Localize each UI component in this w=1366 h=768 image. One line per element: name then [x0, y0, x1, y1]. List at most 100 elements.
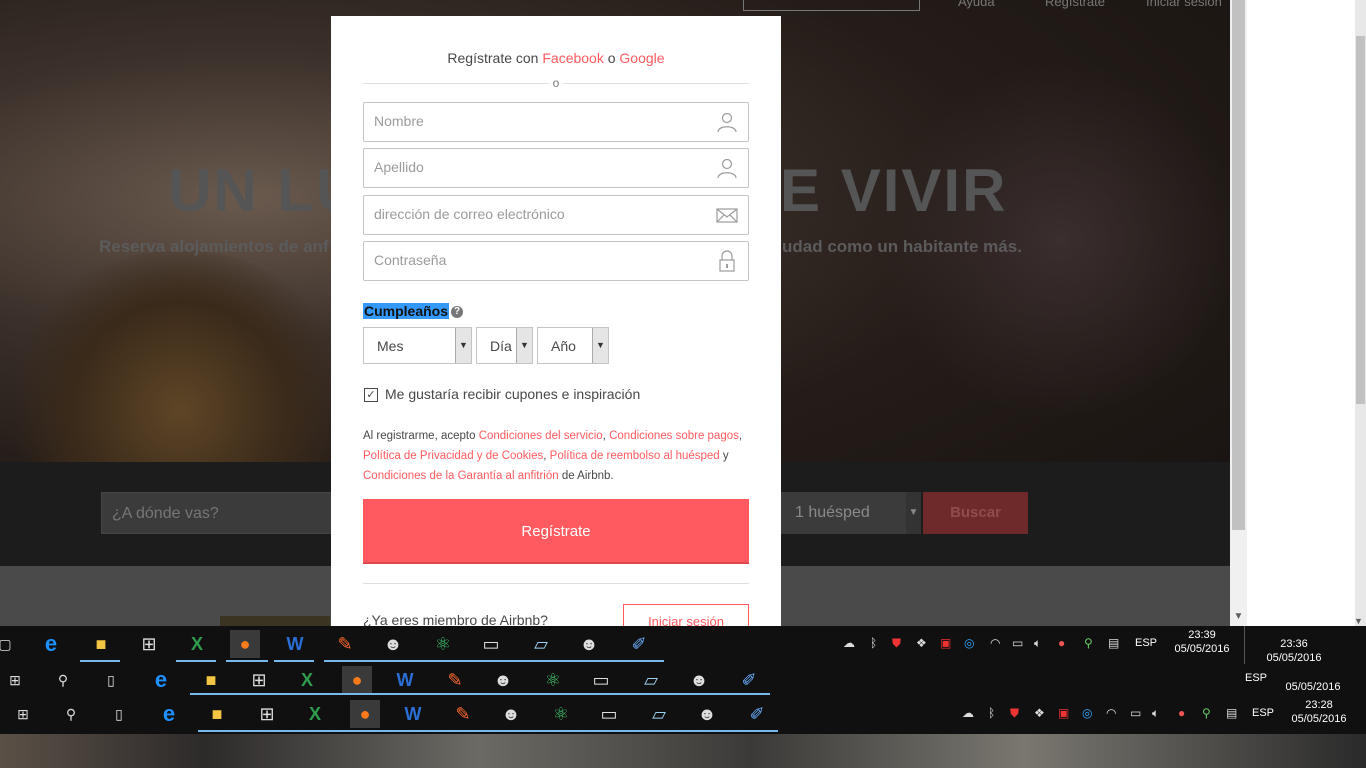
login-button[interactable]: Iniciar sesión	[623, 604, 749, 626]
notifications-icon[interactable]: ▤	[1226, 706, 1237, 720]
battery-icon[interactable]: ▭	[1130, 706, 1141, 720]
guests-select[interactable]: 1 huésped	[781, 492, 921, 534]
atom-icon[interactable]: ⚛	[546, 700, 576, 728]
terminal-icon[interactable]: ▭	[586, 666, 616, 694]
windows-icon[interactable]: ⊞	[8, 700, 38, 728]
adobe-icon[interactable]: ▣	[1058, 706, 1069, 720]
month-select[interactable]: Mes ▼	[363, 327, 472, 364]
notepad-icon[interactable]: ▱	[636, 666, 666, 694]
word-icon[interactable]: W	[280, 630, 310, 658]
clock[interactable]: 05/05/2016	[1278, 680, 1348, 694]
nav-link-help[interactable]: Ayuda	[958, 0, 995, 9]
excel-icon[interactable]: X	[182, 630, 212, 658]
bluetooth-icon[interactable]: ᛒ	[870, 636, 877, 650]
first-name-input[interactable]	[364, 103, 714, 139]
language-indicator[interactable]: ESP	[1135, 637, 1157, 649]
volume-icon[interactable]: 🔈︎	[1034, 636, 1041, 651]
store-icon[interactable]: ⊞	[244, 666, 274, 694]
gimp-icon[interactable]: ☻	[574, 630, 604, 658]
clock[interactable]: 23:39 05/05/2016	[1170, 628, 1234, 656]
outer-scrollbar-thumb[interactable]	[1356, 36, 1365, 404]
edge-icon[interactable]: e	[146, 666, 176, 694]
clock[interactable]: 23:28 05/05/2016	[1286, 698, 1352, 726]
year-select[interactable]: Año ▼	[537, 327, 609, 364]
firefox-icon[interactable]: ●	[230, 630, 260, 658]
atom-icon[interactable]: ⚛	[428, 630, 458, 658]
app-icon[interactable]: ✎	[330, 630, 360, 658]
payment-terms-link[interactable]: Condiciones sobre pagos	[609, 430, 739, 442]
wifi-icon[interactable]: ⚲	[1084, 636, 1093, 650]
store-icon[interactable]: ⊞	[134, 630, 164, 658]
gimp-icon[interactable]: ☻	[488, 666, 518, 694]
file-explorer-icon[interactable]: ■	[202, 700, 232, 728]
paint-icon[interactable]: ✐	[624, 630, 654, 658]
edge-icon[interactable]: e	[154, 700, 184, 728]
onedrive-icon[interactable]: ☁	[843, 636, 855, 650]
language-indicator[interactable]: ESP	[1245, 672, 1267, 684]
nav-link-login[interactable]: Iniciar sesión	[1146, 0, 1222, 9]
gimp-icon[interactable]: ☻	[684, 666, 714, 694]
chevron-down-icon[interactable]: ▼	[516, 328, 532, 363]
sync-icon[interactable]: ◎	[964, 636, 974, 650]
help-icon[interactable]: ?	[451, 306, 464, 319]
paint-icon[interactable]: ✐	[734, 666, 764, 694]
dropbox-icon[interactable]: ❖	[1034, 706, 1045, 720]
terminal-icon[interactable]: ▭	[476, 630, 506, 658]
first-name-field[interactable]	[363, 102, 749, 142]
app-icon[interactable]: ✎	[448, 700, 478, 728]
bluetooth-icon[interactable]: ᛒ	[988, 706, 995, 720]
notepad-icon[interactable]: ▱	[644, 700, 674, 728]
edge-icon[interactable]: e	[36, 630, 66, 658]
refund-policy-link[interactable]: Política de reembolso al huésped	[550, 450, 720, 462]
gimp-icon[interactable]: ☻	[496, 700, 526, 728]
search-icon[interactable]: ⚲	[48, 666, 78, 694]
atom-icon[interactable]: ⚛	[538, 666, 568, 694]
chevron-down-icon[interactable]: ▼	[906, 492, 921, 534]
wifi-icon[interactable]: ⚲	[1202, 706, 1211, 720]
notepad-icon[interactable]: ▱	[526, 630, 556, 658]
firefox-icon[interactable]: ●	[350, 700, 380, 728]
excel-icon[interactable]: X	[292, 666, 322, 694]
word-icon[interactable]: W	[390, 666, 420, 694]
shield-icon[interactable]: ⛊	[892, 636, 901, 651]
task-view-icon[interactable]: ▯	[104, 700, 134, 728]
app-tray-icon[interactable]: ●	[1058, 636, 1065, 650]
nav-link-register[interactable]: Regístrate	[1045, 0, 1105, 9]
email-input[interactable]	[364, 196, 714, 232]
windows-icon[interactable]: ⊞	[0, 666, 30, 694]
app-icon[interactable]: ✎	[440, 666, 470, 694]
gimp-icon[interactable]: ☻	[692, 700, 722, 728]
volume-icon[interactable]: 🔈︎	[1152, 706, 1159, 721]
adobe-icon[interactable]: ▣	[940, 636, 951, 650]
google-link[interactable]: Google	[619, 50, 664, 66]
search-button[interactable]: Buscar	[923, 492, 1028, 534]
shield-icon[interactable]: ⛊	[1010, 706, 1019, 721]
file-explorer-icon[interactable]: ■	[86, 630, 116, 658]
search-icon[interactable]: ⚲	[56, 700, 86, 728]
onedrive-icon[interactable]: ☁	[962, 706, 974, 720]
outer-scroll-down-icon[interactable]: ▼	[1354, 616, 1363, 626]
task-view-icon[interactable]: ▯	[96, 666, 126, 694]
last-name-input[interactable]	[364, 149, 714, 185]
coupons-checkbox[interactable]: ✓	[364, 388, 378, 402]
password-field[interactable]	[363, 241, 749, 281]
file-explorer-icon[interactable]: ■	[196, 666, 226, 694]
clock[interactable]: 23:36 05/05/2016	[1262, 637, 1326, 665]
store-icon[interactable]: ⊞	[252, 700, 282, 728]
network-icon[interactable]: ◠	[990, 636, 1000, 650]
terminal-icon[interactable]: ▭	[594, 700, 624, 728]
sync-icon[interactable]: ◎	[1082, 706, 1092, 720]
chevron-down-icon[interactable]: ▼	[455, 328, 471, 363]
excel-icon[interactable]: X	[300, 700, 330, 728]
windows-icon[interactable]: ▢	[0, 630, 20, 658]
battery-icon[interactable]: ▭	[1012, 636, 1023, 650]
network-icon[interactable]: ◠	[1106, 706, 1116, 720]
paint-icon[interactable]: ✐	[742, 700, 772, 728]
facebook-link[interactable]: Facebook	[542, 50, 603, 66]
chevron-down-icon[interactable]: ▼	[592, 328, 608, 363]
register-button[interactable]: Regístrate	[363, 499, 749, 564]
last-name-field[interactable]	[363, 148, 749, 188]
language-indicator[interactable]: ESP	[1252, 707, 1274, 719]
password-input[interactable]	[364, 242, 714, 278]
notifications-icon[interactable]: ▤	[1108, 636, 1119, 650]
